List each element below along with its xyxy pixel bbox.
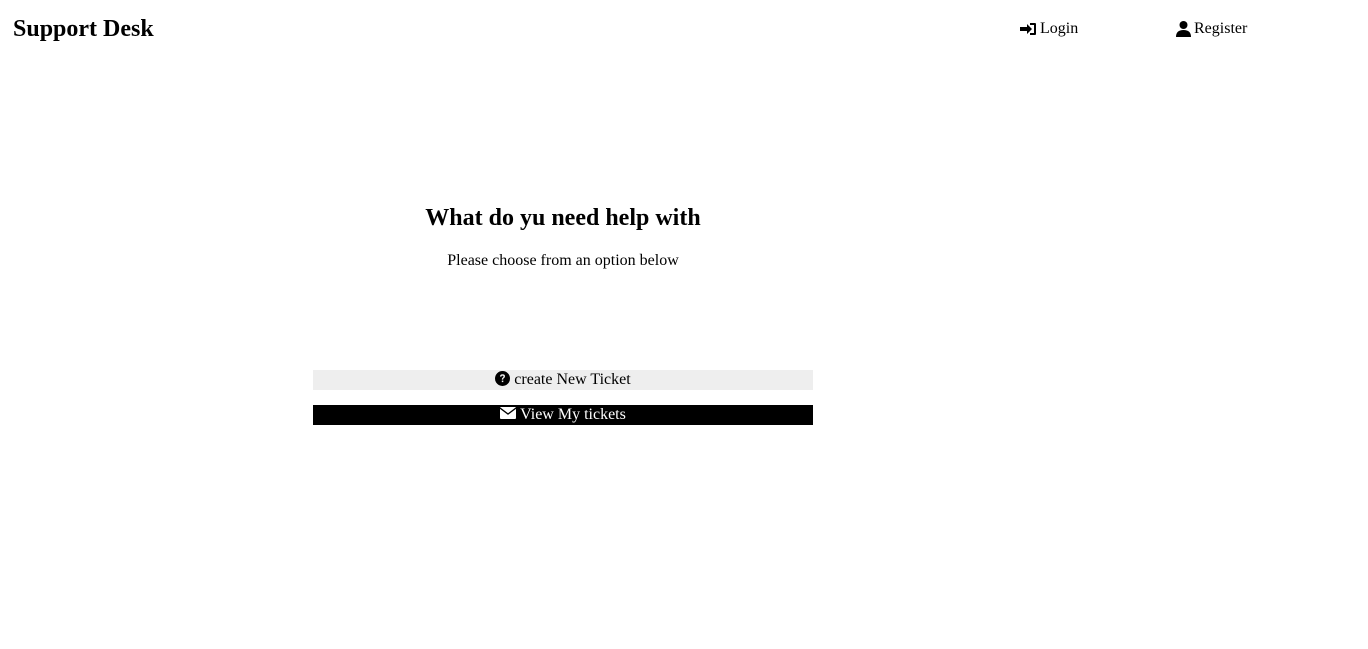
login-link[interactable]: Login — [1020, 19, 1078, 39]
login-label: Login — [1040, 20, 1079, 37]
brand-logo-text[interactable]: Support Desk — [13, 14, 154, 44]
register-link[interactable]: Register — [1176, 19, 1247, 39]
create-ticket-label: create New Ticket — [514, 371, 631, 388]
create-ticket-button[interactable]: create New Ticket — [313, 370, 813, 390]
page-title: What do yu need help with — [425, 205, 701, 231]
envelope-icon — [500, 407, 517, 419]
user-icon — [1176, 21, 1191, 37]
sign-in-icon — [1020, 22, 1037, 36]
question-circle-icon — [495, 370, 511, 386]
page-subtitle: Please choose from an option below — [447, 252, 679, 269]
view-tickets-label: View My tickets — [520, 406, 626, 423]
register-label: Register — [1194, 20, 1248, 37]
view-tickets-button[interactable]: View My tickets — [313, 405, 813, 425]
